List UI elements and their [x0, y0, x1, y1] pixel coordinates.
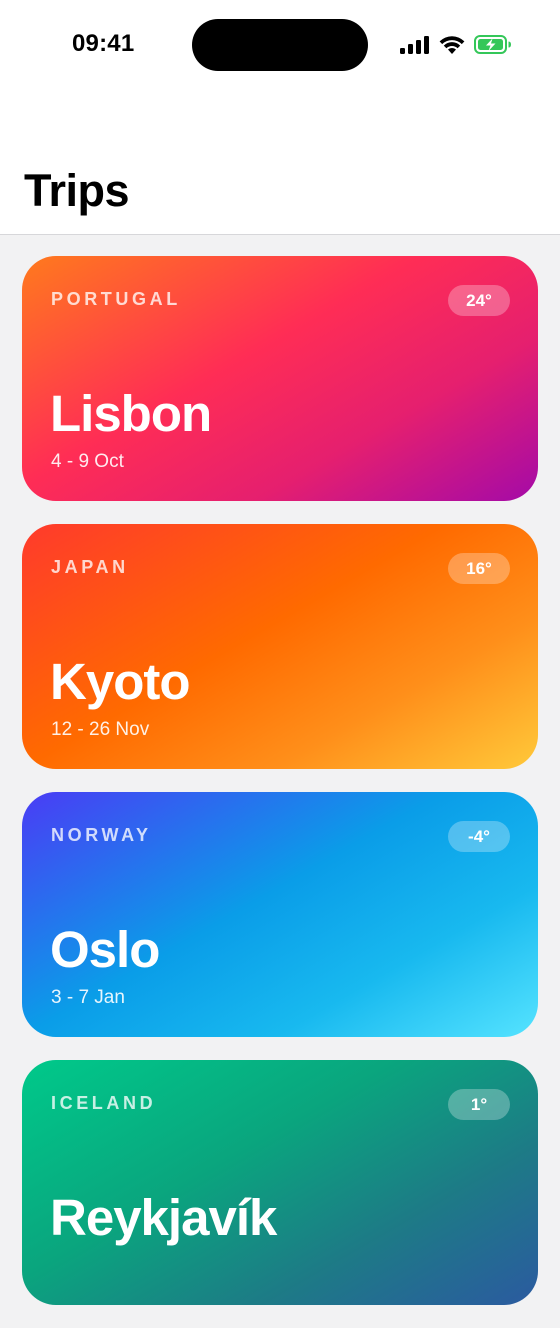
trip-city: Oslo: [50, 921, 160, 978]
battery-charging-icon: [474, 35, 511, 54]
trip-card-oslo[interactable]: NORWAY -4° Oslo 3 - 7 Jan: [22, 792, 538, 1037]
wifi-icon: [439, 36, 465, 54]
trip-country: PORTUGAL: [51, 289, 181, 309]
trip-country: ICELAND: [51, 1093, 157, 1113]
status-time: 09:41: [72, 30, 135, 57]
dynamic-island: [192, 19, 368, 71]
trip-list: PORTUGAL 24° Lisbon 4 - 9 Oct JAPAN 16° …: [22, 256, 538, 1328]
temperature-badge: -4°: [448, 821, 510, 852]
status-icons: [400, 35, 512, 54]
trip-city: Kyoto: [50, 653, 190, 710]
temperature-badge: 24°: [448, 285, 510, 316]
trip-dates: 12 - 26 Nov: [51, 719, 150, 740]
trip-country: NORWAY: [51, 825, 152, 845]
trip-city: Lisbon: [50, 385, 212, 442]
temperature-badge: 16°: [448, 553, 510, 584]
page-title: Trips: [24, 165, 130, 216]
trip-card-reykjavik[interactable]: ICELAND 1° Reykjavík: [22, 1060, 538, 1305]
temperature-badge: 1°: [448, 1089, 510, 1120]
trip-card-lisbon[interactable]: PORTUGAL 24° Lisbon 4 - 9 Oct: [22, 256, 538, 501]
signal-icon: [400, 35, 429, 54]
trip-dates: 3 - 7 Jan: [51, 987, 125, 1008]
status-bar: 09:41: [0, 0, 560, 90]
trip-country: JAPAN: [51, 557, 129, 577]
trip-dates: 4 - 9 Oct: [51, 451, 124, 472]
navigation-header: 09:41 Trips: [0, 0, 560, 235]
trip-card-kyoto[interactable]: JAPAN 16° Kyoto 12 - 26 Nov: [22, 524, 538, 769]
